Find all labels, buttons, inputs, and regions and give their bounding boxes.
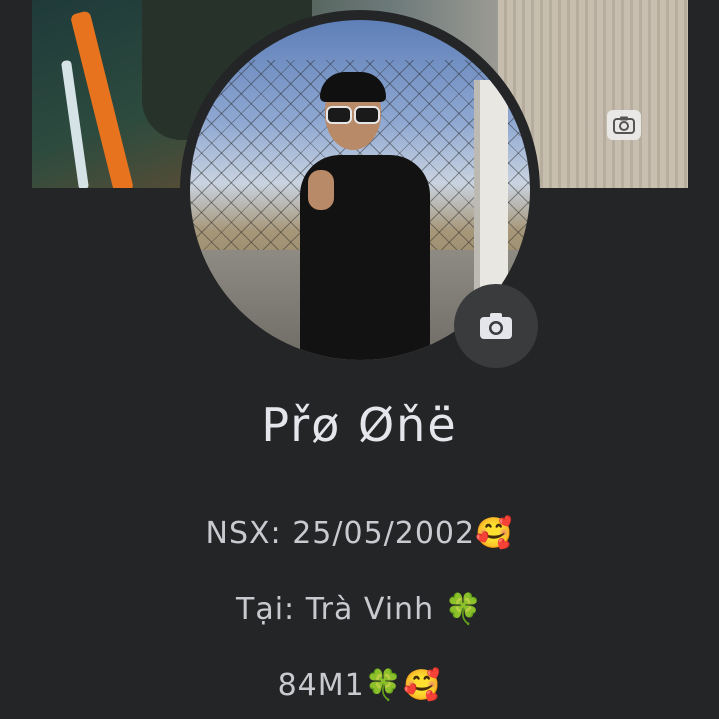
bio-line-location: Tại: Trà Vinh 🍀: [236, 592, 483, 627]
bio-line-birthdate: NSX: 25/05/2002🥰: [205, 516, 514, 551]
bio-line-plate: 84M1🍀🥰: [277, 668, 442, 703]
profile-screen: Přø Øňë NSX: 25/05/2002🥰 Tại: Trà Vinh 🍀…: [0, 0, 719, 719]
edit-cover-photo-button[interactable]: [607, 110, 641, 140]
camera-icon: [613, 116, 635, 134]
profile-name: Přø Øňë: [261, 398, 458, 452]
avatar-sunglasses: [326, 106, 380, 124]
camera-icon: [480, 313, 512, 339]
avatar-person-hair: [320, 72, 386, 102]
avatar-person-hand: [308, 170, 334, 210]
edit-avatar-button[interactable]: [454, 284, 538, 368]
